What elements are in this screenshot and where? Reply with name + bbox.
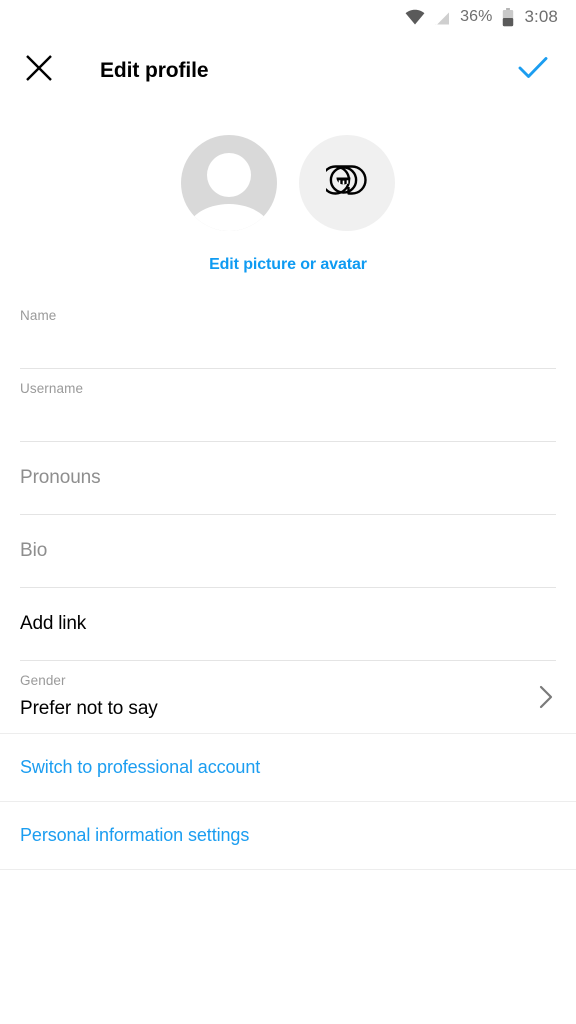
avatar-face-icon <box>320 160 368 207</box>
field-bio[interactable]: Bio <box>20 515 556 588</box>
close-button[interactable] <box>22 54 56 88</box>
app-header: Edit profile <box>0 34 576 107</box>
switch-to-professional-account-label: Switch to professional account <box>20 757 261 777</box>
field-username[interactable]: Username <box>20 369 556 442</box>
field-gender-label: Gender <box>20 673 66 688</box>
avatar-row <box>181 135 395 231</box>
account-links-section: Switch to professional account Personal … <box>0 733 576 870</box>
chevron-right-icon[interactable] <box>538 684 554 710</box>
field-bio-placeholder: Bio <box>20 540 48 561</box>
close-icon <box>24 53 54 88</box>
avatar-section: Edit picture or avatar <box>0 107 576 274</box>
profile-form: Name Username Pronouns Bio Add link Gend… <box>0 296 576 734</box>
signal-off-icon <box>434 9 451 26</box>
field-gender-value: Prefer not to say <box>20 698 158 719</box>
add-link-label: Add link <box>20 613 86 634</box>
personal-information-settings-label: Personal information settings <box>20 825 250 845</box>
edit-picture-or-avatar-link[interactable]: Edit picture or avatar <box>209 256 367 274</box>
clock-label: 3:08 <box>524 7 558 26</box>
default-profile-avatar[interactable] <box>181 135 277 231</box>
divider-bottom <box>0 869 576 870</box>
battery-percent-label: 36% <box>460 8 493 25</box>
page-title: Edit profile <box>100 58 209 82</box>
emoji-avatar[interactable] <box>299 135 395 231</box>
edit-profile-screen: 36% 3:08 Edit profile Edit picture or av… <box>0 0 576 1024</box>
field-gender[interactable]: Gender Prefer not to say <box>20 661 556 734</box>
field-add-link[interactable]: Add link <box>20 588 556 661</box>
save-button[interactable] <box>516 54 550 88</box>
field-pronouns[interactable]: Pronouns <box>20 442 556 515</box>
field-username-label: Username <box>20 381 84 396</box>
personal-information-settings-link[interactable]: Personal information settings <box>0 802 576 869</box>
field-name-label: Name <box>20 308 57 323</box>
wifi-icon <box>405 9 425 25</box>
battery-icon <box>502 7 514 27</box>
switch-to-professional-account-link[interactable]: Switch to professional account <box>0 734 576 801</box>
field-name[interactable]: Name <box>20 296 556 369</box>
avatar-body-shape <box>186 204 272 231</box>
avatar-head-shape <box>207 153 251 197</box>
checkmark-icon <box>518 55 548 86</box>
status-bar: 36% 3:08 <box>0 0 576 34</box>
field-pronouns-placeholder: Pronouns <box>20 467 101 488</box>
